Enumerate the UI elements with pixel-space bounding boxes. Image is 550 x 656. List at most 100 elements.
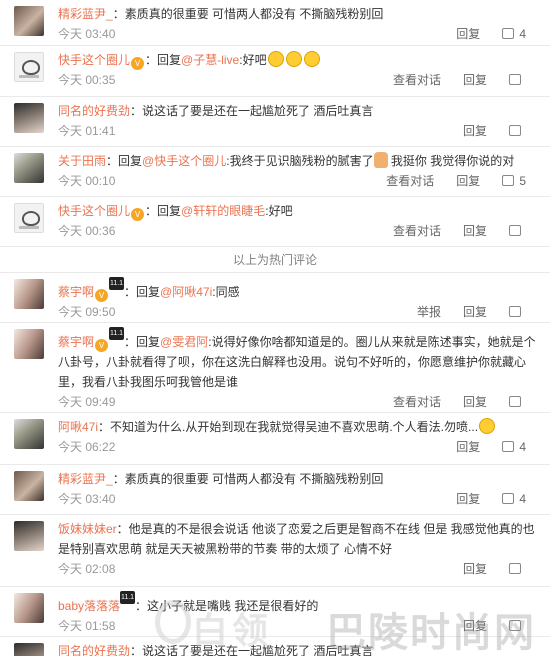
verified-badge-icon: V [95,339,109,352]
comment-item: 精彩蓝尹_：素质真的很重要 可惜两人都没有 不撕脑残粉别回 今天 03:40 回… [0,0,550,46]
reply-button[interactable]: 回复 [456,492,480,506]
comment-meta: 今天 01:58 回复 [58,616,538,636]
like-button[interactable] [509,221,526,241]
reply-button[interactable]: 回复 [456,174,480,188]
comment-time: 今天 00:35 [58,73,116,87]
avatar[interactable] [14,329,44,359]
view-conversation-button[interactable]: 查看对话 [393,395,441,409]
comment-item: 饭妹妹妹er：他是真的不是很会说话 他谈了恋爱之后更是智商不在线 但是 我感觉他… [0,515,550,587]
comment-meta: 今天 03:40 回复 4 [58,489,538,509]
like-button[interactable]: 4 [502,437,526,457]
like-button[interactable] [509,392,526,412]
comment-time: 今天 09:50 [58,305,116,319]
comment-meta: 今天 00:10 查看对话 回复 5 [58,171,538,191]
like-button[interactable]: 4 [502,24,526,44]
comment-item: 快手这个圈儿 V ：回复@子慧-live:好吧 今天 00:35 查看对话 回复 [0,46,550,97]
comment-item: 同名的好费劲：说这话了要是还在一起尴尬死了 酒后吐真言 今天 01:41 回复 [0,97,550,147]
avatar[interactable] [14,52,44,82]
comment-meta: 今天 03:40 回复 4 [58,24,538,44]
reply-button[interactable]: 回复 [463,562,487,576]
username-link[interactable]: 同名的好费劲 [58,104,130,118]
reply-button[interactable]: 回复 [463,619,487,633]
avatar[interactable] [14,471,44,501]
comment-meta: 今天 00:36 查看对话 回复 [58,221,538,241]
avatar[interactable] [14,593,44,623]
comment-time: 今天 03:40 [58,27,116,41]
username-link[interactable]: 精彩蓝尹_ [58,472,113,486]
comment-item: 快手这个圈儿 V ：回复@轩轩的眼睫毛:好吧 今天 00:36 查看对话 回复 [0,197,550,247]
comment-item: 蔡宇啊 V11.11 ：回复@阿啾47i:同感 今天 09:50 举报 回复 [0,273,550,323]
like-button[interactable]: 5 [502,171,526,191]
reply-button[interactable]: 回复 [463,224,487,238]
reply-button[interactable]: 回复 [463,395,487,409]
comment-text: 同名的好费劲：说这话了要是还在一起尴尬死了 酒后吐真言 [58,644,374,656]
comment-item: 蔡宇啊 V11.11 ：回复@雯君阿:说得好像你啥都知道是的。圈儿从来就是陈述事实，… [0,323,550,413]
comment-text: 同名的好费劲：说这话了要是还在一起尴尬死了 酒后吐真言 [58,104,374,118]
comment-time: 今天 01:58 [58,619,116,633]
comment-item: baby落落落11.11 ：这小子就是嘴贱 我还是很看好的 今天 01:58 回复 [0,587,550,637]
avatar[interactable] [14,153,44,183]
thumbs-up-emoji-icon [373,152,388,168]
username-link[interactable]: baby落落落 [58,599,120,613]
like-button[interactable] [509,616,526,636]
laugh-emoji-icon [303,51,320,67]
mention-link[interactable]: @雯君阿 [160,335,208,349]
hot-comments-separator: 以上为热门评论 [0,247,550,273]
avatar[interactable] [14,6,44,36]
comment-text: baby落落落11.11 ：这小子就是嘴贱 我还是很看好的 [58,591,538,616]
username-link[interactable]: 阿啾47i [58,420,98,434]
report-button[interactable]: 举报 [417,305,441,319]
thumb-up-icon [509,125,521,136]
laugh-emoji-icon [267,51,284,67]
comment-time: 今天 06:22 [58,440,116,454]
verified-badge-icon: V [131,57,145,70]
laugh-emoji-icon [285,51,302,67]
username-link[interactable]: 同名的好费劲 [58,644,130,656]
username-link[interactable]: 快手这个圈儿 [58,53,130,67]
reply-button[interactable]: 回复 [463,124,487,138]
like-button[interactable] [509,559,526,579]
vip-badge-icon: 11.11 [109,277,125,300]
comment-time: 今天 01:41 [58,124,116,138]
comment-item: 关于田雨：回复@快手这个圈儿:我终于见识脑残粉的腻害了 我挺你 我觉得你说的对 … [0,147,550,197]
like-button[interactable] [509,70,526,90]
username-link[interactable]: 蔡宇啊 [58,335,94,349]
mention-link[interactable]: @子慧-live [181,53,239,67]
avatar[interactable] [14,419,44,449]
avatar[interactable] [14,279,44,309]
username-link[interactable]: 快手这个圈儿 [58,204,130,218]
username-link[interactable]: 精彩蓝尹_ [58,7,113,21]
sweat-emoji-icon [479,418,496,434]
mention-link[interactable]: @轩轩的眼睫毛 [181,204,265,218]
comment-text: 饭妹妹妹er：他是真的不是很会说话 他谈了恋爱之后更是智商不在线 但是 我感觉他… [58,522,535,556]
view-conversation-button[interactable]: 查看对话 [386,174,434,188]
comment-meta: 今天 09:50 举报 回复 [58,302,538,322]
like-button[interactable] [509,302,526,322]
reply-button[interactable]: 回复 [456,440,480,454]
comment-text: 蔡宇啊 V11.11 ：回复@雯君阿:说得好像你啥都知道是的。圈儿从来就是陈述事实，… [58,327,538,392]
reply-button[interactable]: 回复 [463,73,487,87]
mention-link[interactable]: @阿啾47i [160,285,212,299]
comment-item: 阿啾47i：不知道为什么.从开始到现在我就觉得吴迪不喜欢思萌.个人看法.勿喷..… [0,413,550,465]
username-link[interactable]: 蔡宇啊 [58,285,94,299]
like-button[interactable]: 4 [502,489,526,509]
thumb-up-icon [502,493,515,504]
thumb-up-icon [509,620,521,631]
reply-button[interactable]: 回复 [456,27,480,41]
avatar[interactable] [14,521,44,551]
thumb-up-icon [502,175,515,186]
mention-link[interactable]: @快手这个圈儿 [142,154,226,168]
view-conversation-button[interactable]: 查看对话 [393,224,441,238]
username-link[interactable]: 饭妹妹妹er [58,522,117,536]
username-link[interactable]: 关于田雨 [58,154,106,168]
view-conversation-button[interactable]: 查看对话 [393,73,441,87]
comment-item: 精彩蓝尹_：素质真的很重要 可惜两人都没有 不撕脑残粉别回 今天 03:40 回… [0,465,550,515]
avatar[interactable] [14,103,44,133]
comment-meta: 今天 00:35 查看对话 回复 [58,70,538,90]
like-button[interactable] [509,121,526,141]
thumb-up-icon [509,306,521,317]
thumb-up-icon [502,441,515,452]
avatar[interactable] [14,203,44,233]
avatar[interactable] [14,643,44,656]
reply-button[interactable]: 回复 [463,305,487,319]
